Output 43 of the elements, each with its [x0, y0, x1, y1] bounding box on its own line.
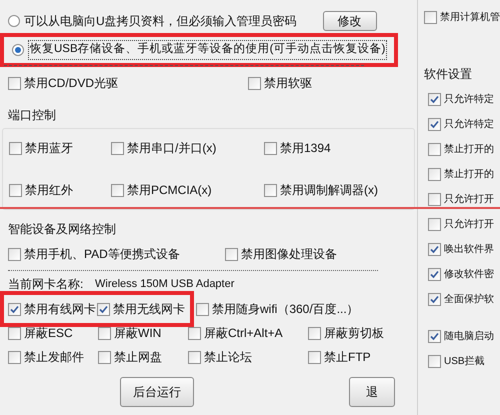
checkbox-label: 只允许特定: [444, 92, 494, 107]
group-title: 端口控制: [7, 107, 57, 124]
adapter-name: Wireless 150M USB Adapter: [95, 276, 234, 292]
checkbox-label: 禁用有线网卡: [24, 301, 96, 318]
radio-label: 可以从电脑向U盘拷贝资料，但必须输入管理员密码: [24, 13, 297, 30]
checkbox-label: 禁止论坛: [204, 349, 252, 366]
group-title: 软件设置: [424, 66, 473, 83]
checkbox-label: 修改软件密: [444, 268, 494, 282]
checkbox-label: 随电脑启动: [444, 330, 494, 344]
modify-button[interactable]: 修改: [322, 11, 377, 31]
checkbox-label: 唤出软件界: [444, 242, 494, 257]
checkbox-label: 禁用无线网卡: [113, 301, 185, 318]
adapter-label: 当前网卡名称:: [8, 276, 84, 293]
checkbox-label: 全面保护软: [444, 292, 494, 307]
checkbox-label: 禁用图像处理设备: [241, 246, 337, 263]
checkbox-label: 禁止网盘: [114, 349, 162, 366]
checkbox-label: 禁用PCMCIA(x): [127, 182, 212, 199]
checkbox-label: 禁止发邮件: [24, 349, 84, 366]
checkbox-label: 禁用计算机管: [440, 10, 500, 25]
checkbox-label: 屏蔽ESC: [24, 325, 73, 342]
checkbox-label: 屏蔽WIN: [114, 325, 162, 342]
checkbox-label: 禁止打开的: [444, 168, 494, 182]
checkbox-label: 屏蔽剪切板: [324, 325, 384, 342]
checkbox-label: 禁用串口/并口(x): [127, 140, 216, 157]
checkbox-label: 屏蔽Ctrl+Alt+A: [204, 325, 283, 342]
checkbox-label: 只允许打开: [444, 192, 494, 207]
exit-button[interactable]: 退: [349, 377, 395, 407]
checkbox-label: 禁用CD/DVD光驱: [24, 75, 118, 92]
checkbox-label: 禁止打开的: [444, 142, 494, 157]
group-title: 智能设备及网络控制: [7, 221, 117, 238]
checkbox-label: 禁用软驱: [264, 75, 312, 92]
checkbox-label: 只允许特定: [444, 118, 494, 132]
checkbox-label: 禁用蓝牙: [25, 140, 73, 157]
checkbox-label: USB拦截: [444, 354, 485, 369]
radio-label: 恢复USB存储设备、手机或蓝牙等设备的使用(可手动点击恢复设备): [28, 40, 388, 60]
checkbox-label: 只允许打开: [444, 218, 494, 232]
checkbox-label: 禁用1394: [280, 140, 331, 157]
checkbox-label: 禁用随身wifi（360/百度...）: [212, 301, 359, 318]
checkbox-label: 禁用红外: [25, 182, 73, 199]
run-in-background-button[interactable]: 后台运行: [120, 377, 194, 407]
checkbox-label: 禁用手机、PAD等便携式设备: [24, 246, 180, 263]
checkbox-label: 禁用调制解调器(x): [280, 182, 378, 199]
checkbox-label: 禁止FTP: [324, 349, 371, 366]
